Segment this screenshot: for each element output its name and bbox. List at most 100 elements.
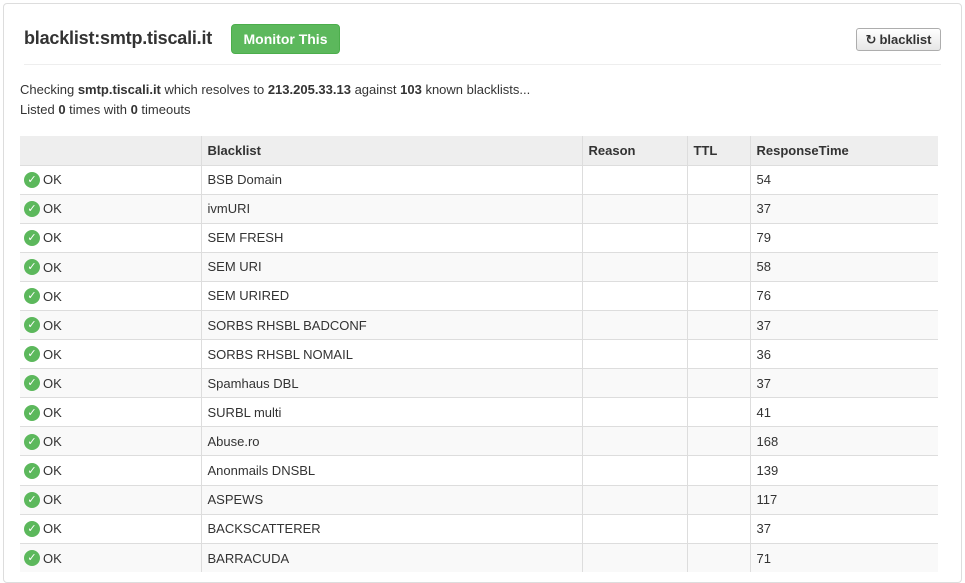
status-text: OK [43,201,62,217]
blacklist-table: Blacklist Reason TTL ResponseTime ✓ OK BSB… [20,136,938,573]
blacklist-name-cell: ASPEWS [200,484,582,515]
ttl-cell [686,397,750,427]
page-title: blacklist:smtp.tiscali.it [24,28,213,48]
ttl-cell [686,455,750,486]
table-row: ✓ OK ASPEWS 117 [20,484,938,515]
table-row: ✓ OK SORBS RHSBL NOMAIL 36 [20,339,938,369]
table-row: ✓ OK BACKSCATTERER 37 [20,513,938,544]
status-cell: ✓ OK [20,397,201,427]
listed-prefix: Listed [20,102,59,117]
checking-line: Checking smtp.tiscali.it which resolves … [20,80,530,100]
response-time-column-header: ResponseTime [749,136,938,165]
check-circle-icon: ✓ [24,288,40,305]
known-text: known blacklists... [421,82,531,97]
response-time-cell: 37 [749,513,938,544]
blacklist-name-cell: Abuse.ro [200,426,582,456]
reason-cell [581,484,687,515]
status-cell: ✓ OK [20,222,201,253]
blacklist-name-cell: SORBS RHSBL BADCONF [200,309,582,340]
status-cell: ✓ OK [20,164,201,195]
reason-cell [581,251,687,282]
check-circle-icon: ✓ [24,404,40,421]
reason-column-header: Reason [581,136,687,165]
ttl-cell [686,251,750,282]
blacklist-name-cell: BACKSCATTERER [200,513,582,544]
times-with-text: times with [65,102,131,117]
blacklist-name-cell: BSB Domain [200,164,582,195]
response-time-cell: 76 [749,280,938,311]
response-time-cell: 54 [749,164,938,195]
refresh-blacklist-button[interactable]: ↻ blacklist [856,28,941,51]
refresh-icon: ↻ [865,32,877,47]
reason-cell [581,513,687,544]
reason-cell [581,455,687,486]
reason-cell [581,309,687,340]
response-time-cell: 41 [749,397,938,427]
status-cell: ✓ OK [20,280,201,311]
reason-cell [581,339,687,369]
reason-cell [581,193,687,224]
status-cell: ✓ OK [20,455,201,486]
ttl-cell [686,484,750,515]
ttl-cell [686,222,750,253]
response-time-cell: 36 [749,339,938,369]
response-time-cell: 37 [749,193,938,224]
check-circle-icon: ✓ [24,317,40,334]
against-text: against [350,82,401,97]
check-circle-icon: ✓ [24,520,40,537]
status-text: OK [43,550,62,566]
table-row: ✓ OK BSB Domain 54 [20,164,938,195]
ttl-column-header: TTL [686,136,750,165]
check-circle-icon: ✓ [24,462,40,479]
check-summary: Checking smtp.tiscali.it which resolves … [20,80,530,120]
timeout-count: 0 [130,102,138,117]
status-text: OK [43,288,62,304]
check-circle-icon: ✓ [24,200,40,217]
table-row: ✓ OK BARRACUDA 71 [20,542,938,573]
table-row: ✓ OK Anonmails DNSBL 139 [20,455,938,486]
status-text: OK [43,317,62,333]
response-time-cell: 79 [749,222,938,253]
blacklist-column-header: Blacklist [200,136,582,165]
ttl-cell [686,513,750,544]
table-header-row: Blacklist Reason TTL ResponseTime [20,136,938,165]
status-text: OK [43,463,62,479]
check-circle-icon: ✓ [24,550,40,567]
status-column-header [20,136,201,165]
check-circle-icon: ✓ [24,491,40,508]
status-text: OK [43,346,62,362]
check-circle-icon: ✓ [24,346,40,363]
status-text: OK [43,230,62,246]
check-circle-icon: ✓ [24,375,40,392]
blacklist-name-cell: SEM FRESH [200,222,582,253]
blacklist-name-cell: SURBL multi [200,397,582,427]
status-text: OK [43,521,62,537]
ttl-cell [686,193,750,224]
ttl-cell [686,368,750,398]
checking-prefix: Checking [20,82,78,97]
check-circle-icon: ✓ [24,171,40,188]
response-time-cell: 71 [749,542,938,573]
monitor-this-button[interactable]: Monitor This [231,24,340,54]
status-cell: ✓ OK [20,542,201,573]
panel-header: blacklist:smtp.tiscali.it Monitor This ↻… [24,24,941,65]
status-cell: ✓ OK [20,484,201,515]
blacklist-name-cell: ivmURI [200,193,582,224]
blacklist-name-cell: SORBS RHSBL NOMAIL [200,339,582,369]
check-circle-icon: ✓ [24,433,40,450]
status-text: OK [43,375,62,391]
host-name: smtp.tiscali.it [77,82,161,97]
refresh-button-label: blacklist [879,32,932,47]
reason-cell [581,426,687,456]
blacklist-name-cell: BARRACUDA [200,542,582,573]
listed-line: Listed 0 times with 0 timeouts [20,100,530,120]
ttl-cell [686,542,750,573]
timeouts-text: timeouts [137,102,191,117]
status-text: OK [43,492,62,508]
table-row: ✓ OK Abuse.ro 168 [20,426,938,456]
response-time-cell: 58 [749,251,938,282]
reason-cell [581,542,687,573]
reason-cell [581,164,687,195]
response-time-cell: 168 [749,426,938,456]
reason-cell [581,280,687,311]
